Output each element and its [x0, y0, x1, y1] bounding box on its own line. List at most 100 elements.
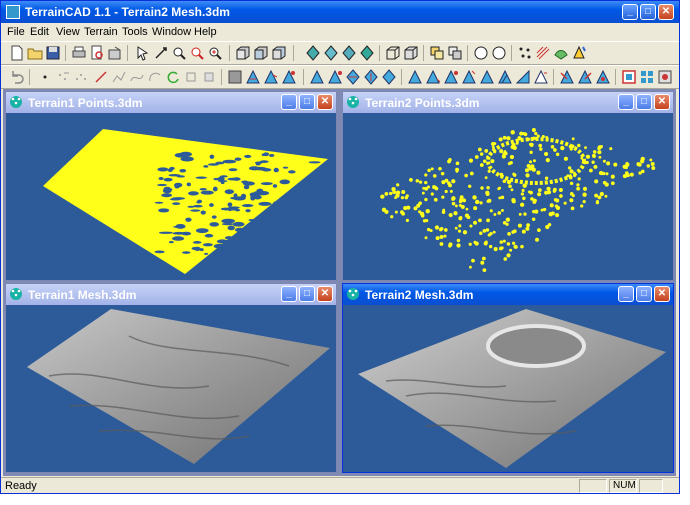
zoom-extents-icon[interactable] [207, 45, 223, 61]
window-terrain2-points[interactable]: Terrain2 Points.3dm _ □ ✕ [342, 91, 674, 281]
mesh-edit-d-icon[interactable] [363, 69, 379, 85]
face-edit-d-icon[interactable] [461, 69, 477, 85]
select-arrow-icon[interactable] [135, 45, 151, 61]
settings-icon[interactable] [657, 69, 673, 85]
face-edit-e-icon[interactable] [479, 69, 495, 85]
orbit-up-icon[interactable] [359, 45, 375, 61]
export-icon[interactable] [107, 45, 123, 61]
arc-icon[interactable] [147, 69, 163, 85]
rebuild-icon[interactable] [183, 69, 199, 85]
title-bar[interactable]: TerrainCAD 1.1 - Terrain2 Mesh.3dm _ □ ✕ [1, 1, 679, 23]
point-multiple-icon[interactable] [55, 69, 71, 85]
print-preview-icon[interactable] [89, 45, 105, 61]
minimize-button[interactable]: _ [618, 94, 634, 110]
minimize-button[interactable]: _ [622, 4, 638, 20]
contour-c-icon[interactable] [595, 69, 611, 85]
viewport-3d[interactable] [346, 114, 670, 278]
maximize-button[interactable]: □ [640, 4, 656, 20]
line-icon[interactable] [93, 69, 109, 85]
contours-icon[interactable] [535, 45, 551, 61]
face-edit-b-icon[interactable] [425, 69, 441, 85]
edit-surface-icon[interactable] [201, 69, 217, 85]
polyline-icon[interactable] [111, 69, 127, 85]
rotate-view-icon[interactable] [305, 45, 321, 61]
sphere-icon[interactable] [491, 45, 507, 61]
menu-file[interactable]: File [7, 26, 25, 38]
viewport-3d[interactable] [9, 114, 333, 278]
point-icon[interactable] [37, 69, 53, 85]
circle-icon[interactable] [473, 45, 489, 61]
maximize-button[interactable]: □ [636, 286, 652, 302]
close-button[interactable]: ✕ [654, 94, 670, 110]
window-title-bar[interactable]: Terrain2 Mesh.3dm _ □ ✕ [343, 284, 673, 305]
face-edit-h-icon[interactable] [533, 69, 549, 85]
view-top-icon[interactable] [235, 45, 251, 61]
face-edit-f-icon[interactable] [497, 69, 513, 85]
surface-icon[interactable] [553, 45, 569, 61]
close-button[interactable]: ✕ [317, 94, 333, 110]
menu-window[interactable]: Window [152, 26, 191, 38]
mesh-edit-c-icon[interactable] [345, 69, 361, 85]
open-folder-icon[interactable] [27, 45, 43, 61]
zoom-window-icon[interactable] [189, 45, 205, 61]
view-right-icon[interactable] [271, 45, 287, 61]
window-terrain1-mesh[interactable]: Terrain1 Mesh.3dm _ □ ✕ [5, 283, 337, 473]
new-file-icon[interactable] [9, 45, 25, 61]
mesh-tool-icon[interactable] [571, 45, 587, 61]
pan-icon[interactable] [153, 45, 169, 61]
viewport-3d[interactable] [346, 306, 670, 470]
curve-icon[interactable] [129, 69, 145, 85]
menu-view[interactable]: View [56, 26, 80, 38]
face-edit-c-icon[interactable] [443, 69, 459, 85]
copy-layer-icon[interactable] [429, 45, 445, 61]
toolbar-separator [229, 45, 230, 61]
minimize-button[interactable]: _ [281, 286, 297, 302]
maximize-button[interactable]: □ [636, 94, 652, 110]
layers-icon[interactable] [447, 45, 463, 61]
quad-view-icon[interactable] [639, 69, 655, 85]
refresh-icon[interactable] [165, 69, 181, 85]
save-icon[interactable] [45, 45, 61, 61]
minimize-button[interactable]: _ [281, 94, 297, 110]
close-button[interactable]: ✕ [654, 286, 670, 302]
viewport-3d[interactable] [9, 306, 333, 470]
face-edit-g-icon[interactable] [515, 69, 531, 85]
wireframe-icon[interactable] [385, 45, 401, 61]
face-edit-a-icon[interactable] [407, 69, 423, 85]
points-icon[interactable] [517, 45, 533, 61]
mesh-edit-a-icon[interactable] [309, 69, 325, 85]
maximize-button[interactable]: □ [299, 286, 315, 302]
flip-edge-icon[interactable] [263, 69, 279, 85]
grid-icon[interactable] [227, 69, 243, 85]
orbit-left-icon[interactable] [323, 45, 339, 61]
mesh-edit-b-icon[interactable] [327, 69, 343, 85]
close-button[interactable]: ✕ [317, 286, 333, 302]
print-icon[interactable] [71, 45, 87, 61]
orbit-right-icon[interactable] [341, 45, 357, 61]
contour-a-icon[interactable] [559, 69, 575, 85]
minimize-button[interactable]: _ [618, 286, 634, 302]
window-terrain1-points[interactable]: Terrain1 Points.3dm _ □ ✕ [5, 91, 337, 281]
window-title-bar[interactable]: Terrain1 Mesh.3dm _ □ ✕ [6, 284, 336, 305]
shaded-icon[interactable] [403, 45, 419, 61]
maximize-button[interactable]: □ [299, 94, 315, 110]
zoom-dynamic-icon[interactable] [171, 45, 187, 61]
close-button[interactable]: ✕ [658, 4, 674, 20]
toolbar-separator [423, 45, 424, 61]
render-icon[interactable] [621, 69, 637, 85]
mesh-edit-e-icon[interactable] [381, 69, 397, 85]
undo-icon[interactable] [9, 69, 25, 85]
add-vertex-icon[interactable] [281, 69, 297, 85]
menu-help[interactable]: Help [194, 26, 217, 38]
triangulate-icon[interactable] [245, 69, 261, 85]
toolbar-separator [293, 45, 294, 61]
window-title-bar[interactable]: Terrain2 Points.3dm _ □ ✕ [343, 92, 673, 113]
scatter-points-icon[interactable] [73, 69, 89, 85]
window-terrain2-mesh[interactable]: Terrain2 Mesh.3dm _ □ ✕ [342, 283, 674, 473]
window-title-bar[interactable]: Terrain1 Points.3dm _ □ ✕ [6, 92, 336, 113]
view-front-icon[interactable] [253, 45, 269, 61]
menu-terrain[interactable]: Terrain [84, 26, 118, 38]
menu-tools[interactable]: Tools [122, 26, 148, 38]
menu-edit[interactable]: Edit [30, 26, 49, 38]
contour-b-icon[interactable] [577, 69, 593, 85]
